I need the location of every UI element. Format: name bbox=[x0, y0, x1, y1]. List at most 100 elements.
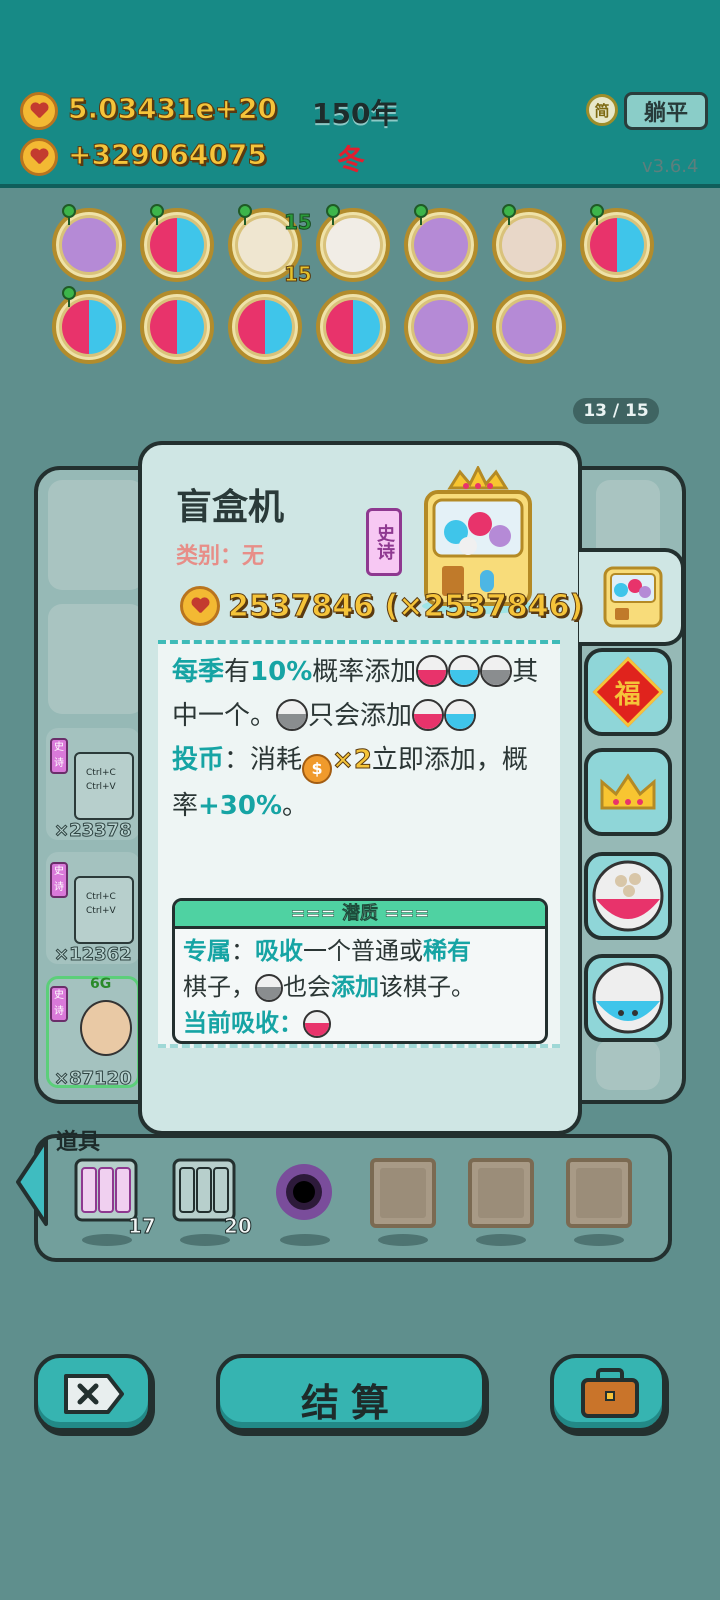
text: 。 bbox=[282, 791, 309, 821]
crown-button[interactable] bbox=[584, 748, 672, 836]
relic-slot[interactable] bbox=[228, 290, 302, 364]
split-ball-icon bbox=[150, 300, 204, 354]
red-ball-icon bbox=[412, 699, 445, 731]
card-level: 6G bbox=[90, 976, 112, 992]
red-ball-icon bbox=[416, 655, 449, 687]
multiplier: ×2 bbox=[332, 745, 373, 776]
gray-ball-icon bbox=[255, 974, 283, 1002]
shadow bbox=[574, 1234, 624, 1246]
gray-ball-icon bbox=[480, 655, 513, 687]
pin-icon bbox=[502, 204, 516, 225]
red-ball-button[interactable] bbox=[584, 852, 672, 940]
tools-label: 道具 bbox=[56, 1130, 101, 1155]
board-slot[interactable] bbox=[596, 1040, 660, 1090]
split-ball-icon bbox=[326, 300, 380, 354]
red-ball-icon bbox=[592, 860, 664, 932]
empty-tool-slot[interactable] bbox=[468, 1158, 534, 1228]
epic-tag: 史诗 bbox=[50, 986, 68, 1022]
chance-value: 10% bbox=[250, 657, 313, 687]
blue-ball-button[interactable] bbox=[584, 954, 672, 1042]
gold-coin-icon bbox=[180, 586, 220, 626]
pin-icon bbox=[414, 204, 428, 225]
split-ball-icon bbox=[590, 218, 644, 272]
board-slot[interactable] bbox=[48, 480, 144, 590]
pin-icon bbox=[238, 204, 252, 225]
tool-count: 20 bbox=[224, 1214, 253, 1239]
top-status-bar: 5.03431e+20 +329064075 150年 冬 简 躺平 v3.6.… bbox=[0, 0, 720, 188]
masked-face-icon bbox=[414, 300, 468, 354]
epic-tag: 史诗 bbox=[50, 738, 68, 774]
black-hole-tool-icon[interactable] bbox=[272, 1158, 336, 1228]
rarity-badge-text: 史诗 bbox=[374, 524, 395, 560]
relic-slot[interactable] bbox=[316, 290, 390, 364]
gacha-machine-small-icon bbox=[603, 566, 663, 628]
relic-pager[interactable]: 13 / 15 bbox=[573, 398, 659, 424]
fortune-icon: 福 bbox=[592, 656, 664, 728]
text: 只会添加 bbox=[308, 701, 413, 731]
card-multiplier: ×87120 bbox=[54, 1068, 133, 1090]
clear-button[interactable] bbox=[34, 1354, 152, 1432]
time-calendar-icon bbox=[502, 218, 556, 272]
shadow bbox=[476, 1234, 526, 1246]
card-multiplier: ×23378 bbox=[54, 820, 133, 842]
gold-income: +329064075 bbox=[68, 138, 268, 172]
pin-icon bbox=[590, 204, 604, 225]
blue-ball-icon bbox=[592, 962, 664, 1034]
card-multiplier: ×12362 bbox=[54, 944, 133, 966]
guy-with-sunglasses-icon bbox=[80, 1000, 132, 1056]
relic-slot[interactable] bbox=[404, 290, 478, 364]
split-ball-icon bbox=[62, 300, 116, 354]
briefcase-icon bbox=[581, 1368, 639, 1418]
pin-icon bbox=[62, 204, 76, 225]
tool-count: 17 bbox=[128, 1214, 157, 1239]
blue-ball-icon bbox=[444, 699, 477, 731]
text: 该棋子。 bbox=[379, 973, 475, 1001]
fortune-button[interactable]: 福 bbox=[584, 648, 672, 736]
masked-face-icon bbox=[62, 218, 116, 272]
kw-rare: 稀有 bbox=[423, 937, 471, 965]
empty-tool-slot[interactable] bbox=[566, 1158, 632, 1228]
epic-tag: 史诗 bbox=[50, 862, 68, 898]
relic-slot[interactable] bbox=[492, 290, 566, 364]
text: ： bbox=[231, 937, 255, 965]
version-label: v3.6.4 bbox=[642, 156, 699, 177]
text: 有 bbox=[224, 657, 251, 687]
kw-insert-coin: 投币 bbox=[172, 745, 225, 775]
lie-flat-button[interactable]: 躺平 bbox=[624, 92, 708, 130]
shell-count-bottom: 15 bbox=[284, 262, 313, 287]
ctrl-v-text: Ctrl+V bbox=[86, 782, 116, 792]
board-slot[interactable] bbox=[48, 604, 144, 714]
kw-exclusive: 专属 bbox=[183, 937, 231, 965]
rarity-badge: 史诗 bbox=[366, 508, 402, 576]
chance-bonus: +30% bbox=[198, 791, 283, 821]
backspace-icon bbox=[64, 1374, 124, 1414]
copy-paste-card: Ctrl+C Ctrl+V bbox=[74, 876, 134, 944]
item-category: 类别：无 bbox=[176, 544, 265, 569]
shadow bbox=[378, 1234, 428, 1246]
fortune-char: 福 bbox=[614, 679, 642, 710]
text: ：消耗 bbox=[224, 745, 303, 775]
settle-button[interactable]: 结算 bbox=[216, 1354, 486, 1432]
text: 一个普通或 bbox=[303, 937, 423, 965]
inventory-button[interactable] bbox=[550, 1354, 666, 1432]
item-value-row: 2537846 (×2537846) bbox=[180, 586, 584, 626]
kw-absorb: 吸收 bbox=[255, 937, 303, 965]
pin-icon bbox=[326, 204, 340, 225]
income-coin-icon bbox=[20, 138, 58, 176]
masked-face-icon bbox=[502, 300, 556, 354]
split-ball-icon bbox=[238, 300, 292, 354]
shell-count-top: 15 bbox=[284, 210, 313, 235]
red-ball-icon bbox=[303, 1010, 331, 1038]
text: 棋子， bbox=[183, 973, 255, 1001]
empty-tool-slot[interactable] bbox=[370, 1158, 436, 1228]
text: 也会 bbox=[283, 973, 331, 1001]
relic-slot[interactable] bbox=[140, 290, 214, 364]
masked-face-icon bbox=[414, 218, 468, 272]
kw-currently-absorbed: 当前吸收： bbox=[183, 1009, 303, 1037]
scroll-left-arrow-icon[interactable] bbox=[12, 1136, 52, 1228]
season-label: 冬 bbox=[337, 143, 366, 176]
text: 概率添加 bbox=[312, 657, 417, 687]
potential-box: === 潜质 === 专属：吸收一个普通或稀有 棋子， 也会添加该棋子。 当前吸收… bbox=[172, 898, 548, 1044]
crown-icon bbox=[600, 773, 656, 810]
simplified-toggle-button[interactable]: 简 bbox=[586, 94, 618, 126]
